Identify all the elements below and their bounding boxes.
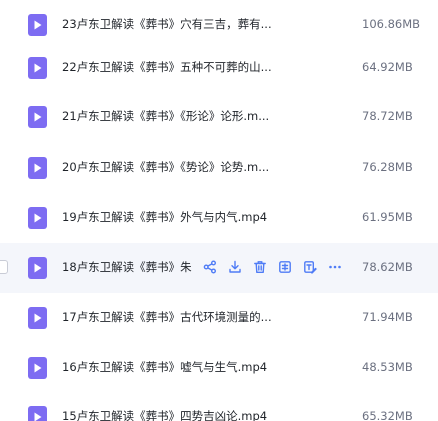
- file-row[interactable]: 20卢东卫解读《葬书》《势论》论势.m... 76.28MB: [0, 143, 438, 193]
- video-file-icon: [28, 57, 47, 79]
- file-name[interactable]: 16卢东卫解读《葬书》嘘气与生气.mp4: [62, 359, 292, 375]
- file-size: 78.72MB: [362, 109, 413, 123]
- video-file-icon: [28, 157, 47, 179]
- file-name[interactable]: 20卢东卫解读《葬书》《势论》论势.m...: [62, 159, 292, 175]
- rename-icon[interactable]: [301, 258, 319, 276]
- file-size: 71.94MB: [362, 310, 413, 324]
- file-size: 64.92MB: [362, 60, 413, 74]
- file-name[interactable]: 19卢东卫解读《葬书》外气与内气.mp4: [62, 209, 292, 225]
- delete-icon[interactable]: [251, 258, 269, 276]
- file-row[interactable]: 15卢东卫解读《葬书》四势吉凶论.mp4 65.32MB: [0, 392, 438, 421]
- file-size: 76.28MB: [362, 160, 413, 174]
- video-file-icon: [28, 14, 47, 36]
- file-row[interactable]: 19卢东卫解读《葬书》外气与内气.mp4 61.95MB: [0, 193, 438, 243]
- file-row[interactable]: 21卢东卫解读《葬书》《形论》论形.m... 78.72MB: [0, 92, 438, 142]
- file-name[interactable]: 18卢东卫解读《葬书》朱: [62, 259, 194, 275]
- video-file-icon: [28, 307, 47, 329]
- more-icon[interactable]: [326, 258, 344, 276]
- move-icon[interactable]: [276, 258, 294, 276]
- video-file-icon: [28, 207, 47, 229]
- row-checkbox[interactable]: [0, 260, 8, 274]
- video-file-icon: [28, 406, 47, 421]
- file-size: 61.95MB: [362, 210, 413, 224]
- video-file-icon: [28, 106, 47, 128]
- file-name[interactable]: 22卢东卫解读《葬书》五种不可葬的山...: [62, 59, 292, 75]
- file-name[interactable]: 21卢东卫解读《葬书》《形论》论形.m...: [62, 108, 292, 124]
- file-size: 48.53MB: [362, 360, 413, 374]
- download-icon[interactable]: [226, 258, 244, 276]
- file-row[interactable]: 22卢东卫解读《葬书》五种不可葬的山... 64.92MB: [0, 43, 438, 93]
- file-row[interactable]: 17卢东卫解读《葬书》古代环境测量的... 71.94MB: [0, 293, 438, 343]
- file-list: 23卢东卫解读《葬书》穴有三吉，葬有... 106.86MB 22卢东卫解读《葬…: [0, 0, 438, 421]
- file-name[interactable]: 15卢东卫解读《葬书》四势吉凶论.mp4: [62, 408, 292, 421]
- file-size: 106.86MB: [362, 17, 421, 31]
- video-file-icon: [28, 257, 47, 279]
- file-size: 78.62MB: [362, 260, 413, 274]
- file-name[interactable]: 17卢东卫解读《葬书》古代环境测量的...: [62, 309, 292, 325]
- file-size: 65.32MB: [362, 409, 413, 421]
- file-name[interactable]: 23卢东卫解读《葬书》穴有三吉，葬有...: [62, 16, 292, 32]
- row-actions: [201, 258, 351, 276]
- file-row[interactable]: 16卢东卫解读《葬书》嘘气与生气.mp4 48.53MB: [0, 343, 438, 393]
- file-row-hovered[interactable]: 18卢东卫解读《葬书》朱 78.62MB: [0, 243, 438, 293]
- video-file-icon: [28, 357, 47, 379]
- share-icon[interactable]: [201, 258, 219, 276]
